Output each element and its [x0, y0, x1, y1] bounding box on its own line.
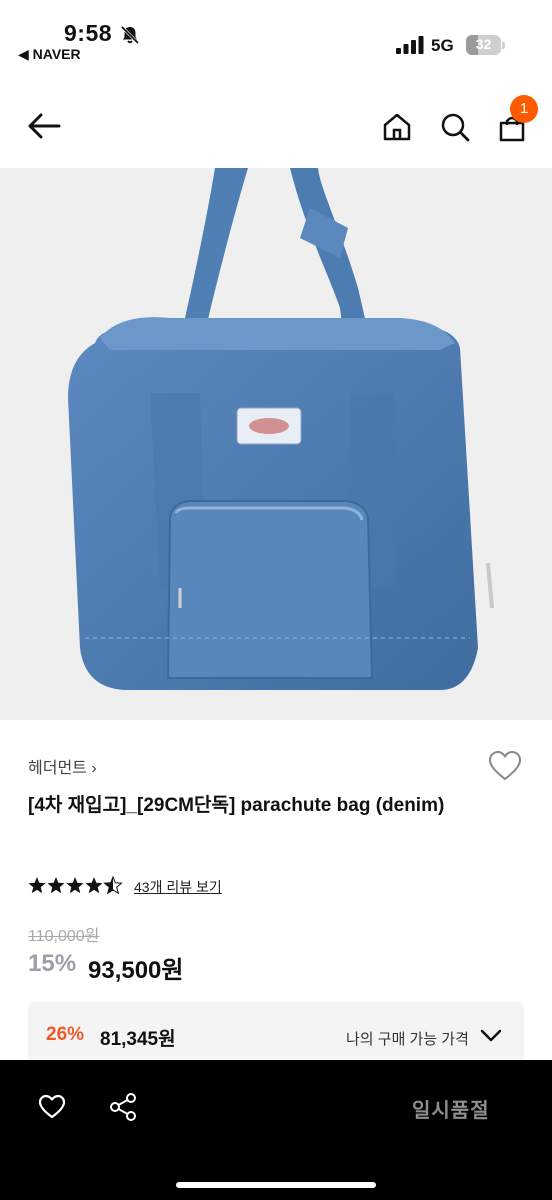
home-indicator	[176, 1182, 376, 1188]
battery-level: 32	[475, 36, 492, 52]
my-price-label: 나의 구매 가능 가격	[346, 1031, 469, 1048]
chevron-down-icon[interactable]	[480, 1028, 502, 1044]
sale-price: 93,500원	[88, 957, 184, 984]
product-image[interactable]	[0, 168, 552, 720]
cart-count-badge: 1	[510, 95, 538, 123]
battery-icon: 32	[466, 35, 506, 55]
soldout-button[interactable]: 일시품절	[412, 1094, 490, 1123]
network-type: 5G	[431, 36, 454, 55]
back-to-app-link[interactable]: ◀ NAVER	[18, 46, 81, 63]
share-icon[interactable]	[108, 1092, 138, 1122]
rating-stars-icon	[28, 876, 122, 894]
top-nav	[0, 80, 552, 168]
like-heart-icon[interactable]	[38, 1094, 66, 1120]
status-bar: 9:58 ◀ NAVER 5G 32	[0, 0, 552, 80]
wishlist-heart-icon[interactable]	[488, 750, 522, 782]
my-price-value: 81,345원	[100, 1029, 176, 1050]
product-title: [4차 재입고]_[29CM단독] parachute bag (denim)	[28, 795, 445, 816]
my-price-panel[interactable]: 26% 81,345원 나의 구매 가능 가격	[28, 1002, 524, 1062]
my-price-discount: 26%	[46, 1024, 85, 1045]
search-icon[interactable]	[440, 112, 470, 142]
home-icon[interactable]	[382, 112, 412, 142]
bell-muted-icon	[120, 25, 140, 45]
bottom-action-bar: 일시품절	[0, 1060, 552, 1200]
denim-bag-illustration	[68, 168, 494, 690]
original-price: 110,000원	[28, 928, 100, 945]
signal-icon	[396, 36, 424, 54]
discount-rate: 15%	[28, 950, 77, 977]
brand-link[interactable]: 헤더먼트 ›	[28, 754, 97, 778]
review-link[interactable]: 43개 리뷰 보기	[134, 877, 222, 897]
status-time: 9:58	[64, 20, 113, 46]
back-arrow-icon[interactable]	[26, 112, 62, 140]
